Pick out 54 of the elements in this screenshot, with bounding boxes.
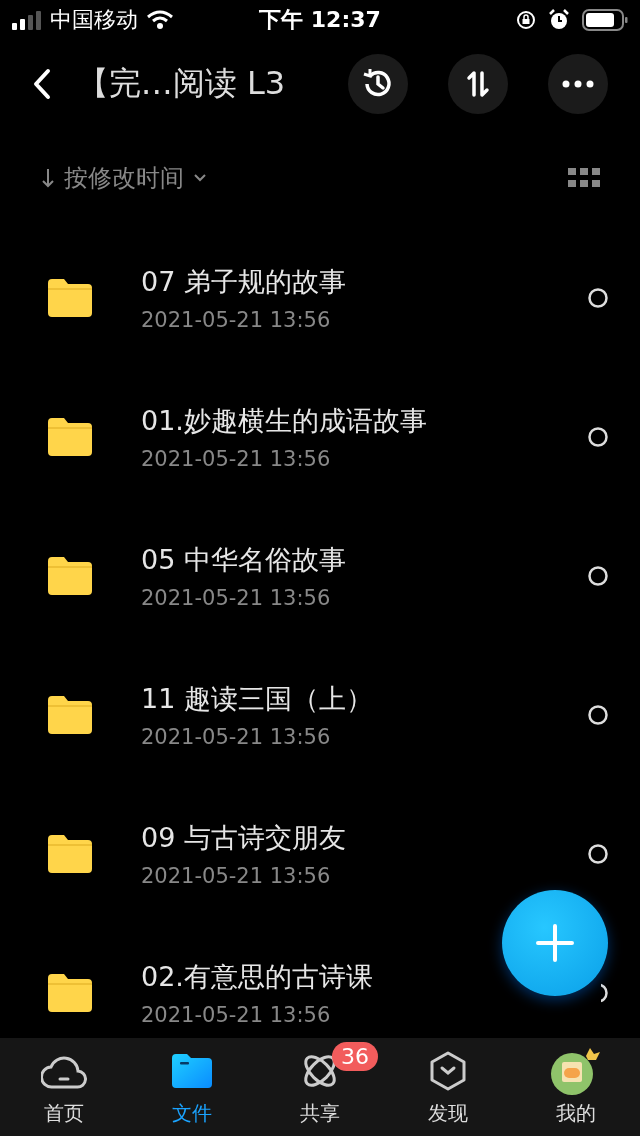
select-radio[interactable] [588, 704, 608, 725]
caret-icon [192, 173, 208, 183]
sort-dropdown[interactable]: 按修改时间 [40, 162, 208, 194]
rotation-lock-icon [516, 10, 536, 30]
folder-title: 【完…阅读 L3 [75, 63, 287, 104]
file-row[interactable]: 07 弟子规的故事 2021-05-21 13:56 [0, 228, 640, 367]
tab-item[interactable]: 36 共享 [256, 1038, 384, 1136]
signal-icon [12, 10, 42, 30]
select-radio[interactable] [601, 982, 608, 1003]
battery-icon [582, 9, 628, 31]
select-radio[interactable] [588, 843, 608, 864]
plus-icon [535, 923, 575, 963]
tab-item[interactable]: 发现 [384, 1038, 512, 1136]
file-date: 2021-05-21 13:56 [141, 446, 332, 471]
select-radio[interactable] [588, 565, 608, 586]
file-name: 02.有意思的古诗课 [141, 959, 374, 994]
hexagon-icon [429, 1050, 467, 1091]
wifi-icon [146, 10, 174, 30]
file-name: 01.妙趣横生的成语故事 [141, 403, 428, 438]
file-row[interactable]: 02.有意思的古诗课 2021-05-21 13:56 [0, 923, 640, 1038]
folder-icon [48, 695, 92, 734]
file-row[interactable]: 05 中华名俗故事 2021-05-21 13:56 [0, 506, 640, 645]
notification-badge: 36 [332, 1041, 378, 1071]
file-name: 07 弟子规的故事 [141, 264, 347, 299]
tab-item[interactable]: 首页 [0, 1038, 128, 1136]
alarm-icon [548, 9, 570, 31]
grid-icon [568, 168, 600, 188]
down-arrow-icon [40, 167, 56, 189]
more-icon [562, 80, 594, 88]
carrier-name: 中国移动 [50, 6, 138, 34]
add-button[interactable] [502, 890, 608, 996]
file-name: 09 与古诗交朋友 [141, 820, 347, 855]
file-row[interactable]: 01.妙趣横生的成语故事 2021-05-21 13:56 [0, 367, 640, 506]
tab-item[interactable]: 文件 [128, 1038, 256, 1136]
file-date: 2021-05-21 13:56 [141, 724, 332, 749]
status-time: 下午 12:37 [259, 6, 381, 34]
folder-icon [48, 556, 92, 595]
file-row[interactable]: 11 趣读三国（上） 2021-05-21 13:56 [0, 645, 640, 784]
folder-icon [172, 1052, 212, 1089]
folder-icon [48, 973, 92, 1012]
file-date: 2021-05-21 13:56 [141, 585, 332, 610]
tab-item[interactable]: 我的 [512, 1038, 640, 1136]
file-date: 2021-05-21 13:56 [141, 863, 332, 888]
folder-icon [48, 417, 92, 456]
file-name: 05 中华名俗故事 [141, 542, 347, 577]
folder-icon [48, 834, 92, 873]
file-date: 2021-05-21 13:56 [141, 307, 332, 332]
grid-view-button[interactable] [568, 168, 600, 188]
file-date: 2021-05-21 13:56 [141, 1002, 332, 1027]
file-row[interactable]: 09 与古诗交朋友 2021-05-21 13:56 [0, 784, 640, 923]
file-name: 11 趣读三国（上） [141, 681, 374, 716]
folder-icon [48, 278, 92, 317]
select-radio[interactable] [588, 426, 608, 447]
select-radio[interactable] [588, 287, 608, 308]
